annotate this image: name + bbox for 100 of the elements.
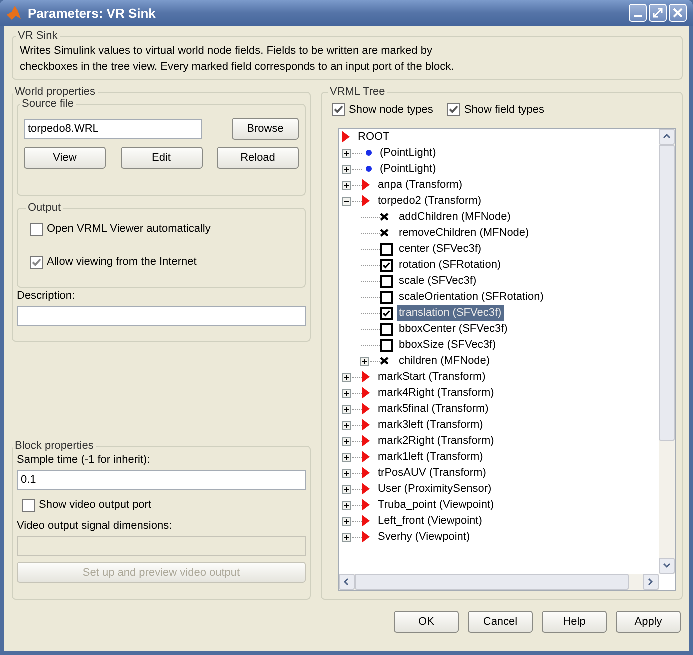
tree-item[interactable]: anpa (Transform) [376, 177, 465, 193]
tree-item[interactable]: Sverhy (Viewpoint) [376, 529, 472, 545]
checkbox-label[interactable]: Allow viewing from the Internet [47, 256, 197, 268]
checkbox[interactable] [380, 322, 393, 336]
triangle-icon [362, 483, 370, 495]
cross-icon [380, 213, 389, 221]
triangle-icon [362, 467, 370, 479]
scroll-up-button[interactable] [659, 129, 675, 145]
tree-item[interactable]: addChildren (MFNode) [397, 209, 513, 225]
tree-item[interactable]: rotation (SFRotation) [397, 257, 504, 273]
field-label: Description: [17, 290, 76, 302]
tree-item[interactable]: removeChildren (MFNode) [397, 225, 532, 241]
tree-item[interactable]: mark2Right (Transform) [376, 433, 496, 449]
tree-item[interactable]: scaleOrientation (SFRotation) [397, 289, 546, 305]
dot-icon [366, 150, 372, 156]
group-title: Block properties [14, 440, 95, 452]
tree-item[interactable]: torpedo2 (Transform) [376, 193, 484, 209]
tree-item[interactable]: translation (SFVec3f) [397, 305, 504, 321]
file-button[interactable]: Reload [217, 147, 299, 169]
description-text: Writes Simulink values to virtual world node fields. Fields to be written are marked by checkboxes in the tree view. Every marked field corresponds to an input port of the block. [20, 44, 456, 75]
tree-item[interactable]: (PointLight) [378, 145, 438, 161]
tree-item[interactable]: children (MFNode) [397, 353, 492, 369]
file-button[interactable]: Edit [120, 147, 202, 169]
triangle-icon [362, 387, 370, 399]
tree-item[interactable]: mark3left (Transform) [376, 417, 486, 433]
group-title: Source file [21, 98, 75, 110]
group-title: VRML Tree [329, 86, 386, 98]
tree-item[interactable]: bboxSize (SFVec3f) [397, 337, 498, 353]
scroll-down-button[interactable] [659, 558, 675, 574]
tree-item[interactable]: mark4Right (Transform) [376, 385, 496, 401]
tree-item[interactable]: Truba_point (Viewpoint) [376, 497, 496, 513]
triangle-icon [362, 371, 370, 383]
arrow-up-icon[interactable] [663, 133, 671, 141]
tree-item[interactable]: (PointLight) [378, 161, 438, 177]
dot-icon [366, 166, 372, 172]
sample-time-field[interactable]: 0.1 [17, 470, 306, 490]
checkbox-label[interactable]: Show field types [464, 104, 544, 116]
checkbox[interactable] [380, 290, 393, 304]
checkmark-icon [448, 104, 460, 115]
triangle-icon [362, 419, 370, 431]
file-field[interactable]: torpedo8.WRL [24, 119, 202, 139]
cross-icon [380, 357, 389, 365]
tree-item[interactable]: center (SFVec3f) [397, 241, 484, 257]
arrow-left-icon[interactable] [343, 578, 351, 586]
checkbox[interactable] [380, 242, 393, 256]
dialog-button[interactable]: Cancel [468, 611, 533, 633]
scroll-right-button[interactable] [643, 574, 659, 590]
checkbox[interactable] [22, 498, 35, 512]
arrow-down-icon[interactable] [663, 562, 671, 570]
scroll-left-button[interactable] [339, 574, 355, 590]
browse-button[interactable]: Browse [232, 118, 299, 140]
window-title: Parameters: VR Sink [28, 6, 157, 20]
vertical-scrollbar[interactable] [659, 129, 675, 574]
checkbox[interactable] [380, 274, 393, 288]
checkbox[interactable] [30, 256, 43, 268]
tree-item[interactable]: mark5final (Transform) [376, 401, 491, 417]
triangle-icon [362, 435, 370, 447]
file-button[interactable]: View [24, 147, 106, 169]
tree-item[interactable]: User (ProximitySensor) [376, 481, 494, 497]
checkbox[interactable] [332, 103, 345, 116]
checkbox[interactable] [380, 258, 393, 272]
description-field[interactable] [17, 306, 306, 326]
tree-item[interactable]: trPosAUV (Transform) [376, 465, 488, 481]
dialog-button[interactable]: OK [394, 611, 459, 633]
checkmark-icon [382, 308, 391, 318]
triangle-icon [362, 403, 370, 415]
checkbox-label[interactable]: Show node types [349, 104, 434, 116]
checkmark-icon [382, 260, 391, 270]
app-icon [6, 5, 22, 21]
triangle-icon [362, 195, 370, 207]
checkbox[interactable] [380, 338, 393, 352]
triangle-icon [362, 499, 370, 511]
checkbox-label[interactable]: Show video output port [39, 499, 152, 511]
arrow-right-icon[interactable] [647, 578, 655, 586]
checkbox[interactable] [30, 222, 43, 236]
cross-icon [380, 229, 389, 237]
group-title: VR Sink [17, 30, 59, 42]
triangle-icon [342, 131, 350, 143]
dialog-button[interactable]: Apply [616, 611, 681, 633]
tree-item[interactable]: scale (SFVec3f) [397, 273, 479, 289]
checkmark-icon [333, 104, 344, 115]
tree-item[interactable]: markStart (Transform) [376, 369, 488, 385]
scroll-thumb[interactable] [659, 145, 675, 441]
checkbox[interactable] [380, 306, 393, 320]
tree-item[interactable]: Left_front (Viewpoint) [376, 513, 484, 529]
checkbox[interactable] [447, 103, 460, 116]
field-label: Video output signal dimensions: [17, 520, 174, 532]
tree-item[interactable]: mark1left (Transform) [376, 449, 486, 465]
triangle-icon [362, 531, 370, 543]
group-title: Output [27, 202, 62, 214]
triangle-icon [362, 451, 370, 463]
group-title: World properties [14, 86, 96, 98]
triangle-icon [362, 179, 370, 191]
tree-item[interactable]: ROOT [356, 129, 392, 145]
triangle-icon [362, 515, 370, 527]
checkbox-label[interactable]: Open VRML Viewer automatically [47, 223, 211, 235]
tree-item[interactable]: bboxCenter (SFVec3f) [397, 321, 510, 337]
checkmark-icon [31, 256, 42, 268]
dialog-button[interactable]: Help [542, 611, 607, 633]
field-label: Sample time (-1 for inherit): [17, 454, 152, 466]
